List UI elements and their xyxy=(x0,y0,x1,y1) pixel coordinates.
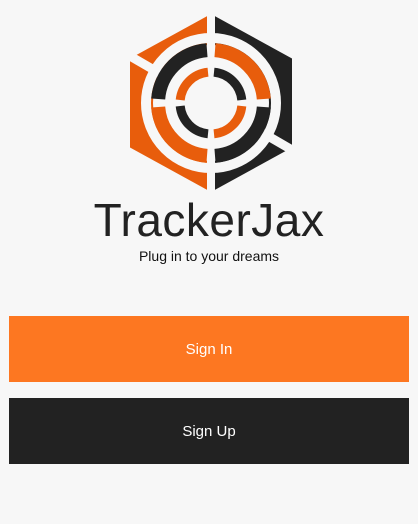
trackerjax-logo-icon xyxy=(130,14,292,192)
app-title: TrackerJax xyxy=(93,194,325,246)
sign-in-label: Sign In xyxy=(185,340,233,358)
sign-up-button[interactable]: Sign Up xyxy=(9,398,409,464)
app-tagline: Plug in to your dreams xyxy=(138,248,280,264)
sign-up-label: Sign Up xyxy=(182,422,236,440)
sign-in-button[interactable]: Sign In xyxy=(9,316,409,382)
